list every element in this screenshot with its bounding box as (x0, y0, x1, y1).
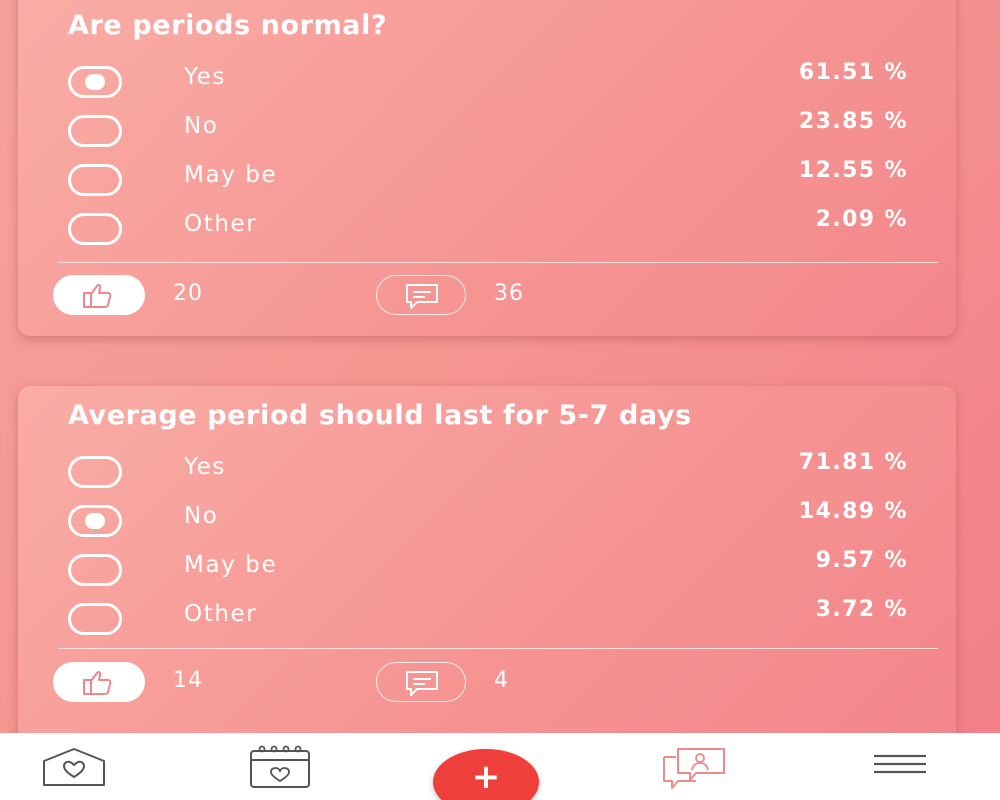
comment-icon (406, 671, 438, 696)
bottom-nav: + (0, 733, 1000, 800)
like-count: 14 (173, 668, 203, 693)
nav-forum-button[interactable] (660, 745, 728, 793)
radio-button[interactable] (68, 115, 122, 147)
option-label: No (184, 503, 219, 529)
poll-card: Are periods normal? Yes 61.51 % No 23.85… (18, 0, 956, 336)
thumbs-up-icon (83, 670, 112, 695)
poll-question: Are periods normal? (68, 10, 388, 41)
radio-button[interactable] (68, 456, 122, 488)
option-label: Other (184, 601, 258, 627)
home-heart-icon (43, 748, 105, 786)
option-percent: 3.72 % (815, 597, 908, 622)
poll-option-other[interactable]: Other 3.72 % (68, 597, 908, 637)
comment-count: 4 (494, 668, 509, 693)
poll-option-yes[interactable]: Yes 61.51 % (68, 60, 908, 100)
radio-button-selected[interactable] (68, 505, 122, 537)
nav-menu-button[interactable] (872, 753, 928, 779)
poll-question: Average period should last for 5-7 days (68, 400, 692, 431)
poll-option-no[interactable]: No 23.85 % (68, 109, 908, 149)
option-percent: 2.09 % (815, 207, 908, 232)
calendar-heart-icon (250, 745, 310, 788)
poll-option-maybe[interactable]: May be 9.57 % (68, 548, 908, 588)
option-label: Yes (184, 454, 226, 480)
option-percent: 23.85 % (798, 109, 908, 134)
add-post-button[interactable]: + (433, 749, 539, 800)
poll-feed[interactable]: Are periods normal? Yes 61.51 % No 23.85… (0, 0, 1000, 733)
poll-option-maybe[interactable]: May be 12.55 % (68, 158, 908, 198)
comment-count: 36 (494, 281, 524, 306)
radio-button-selected[interactable] (68, 66, 122, 98)
option-percent: 61.51 % (798, 60, 908, 85)
radio-button[interactable] (68, 603, 122, 635)
nav-calendar-button[interactable] (248, 745, 312, 793)
option-percent: 71.81 % (798, 450, 908, 475)
thumbs-up-icon (83, 283, 112, 308)
like-button[interactable] (53, 662, 145, 702)
divider (58, 262, 938, 263)
poll-option-yes[interactable]: Yes 71.81 % (68, 450, 908, 490)
option-percent: 9.57 % (815, 548, 908, 573)
poll-card: Average period should last for 5-7 days … (18, 386, 956, 733)
plus-icon: + (471, 757, 501, 797)
option-label: Other (184, 211, 258, 237)
divider (58, 648, 938, 649)
poll-option-no[interactable]: No 14.89 % (68, 499, 908, 539)
radio-button[interactable] (68, 164, 122, 196)
radio-button[interactable] (68, 213, 122, 245)
option-percent: 12.55 % (798, 158, 908, 183)
comment-button[interactable] (376, 662, 466, 702)
option-label: May be (184, 552, 278, 578)
option-label: May be (184, 162, 278, 188)
comment-icon (406, 284, 438, 309)
radio-button[interactable] (68, 554, 122, 586)
like-count: 20 (173, 281, 203, 306)
comment-button[interactable] (376, 275, 466, 315)
menu-icon (874, 754, 926, 774)
like-button[interactable] (53, 275, 145, 315)
option-percent: 14.89 % (798, 499, 908, 524)
chat-user-icon (663, 748, 725, 789)
poll-option-other[interactable]: Other 2.09 % (68, 207, 908, 247)
nav-home-button[interactable] (42, 747, 106, 791)
option-label: Yes (184, 64, 226, 90)
option-label: No (184, 113, 219, 139)
